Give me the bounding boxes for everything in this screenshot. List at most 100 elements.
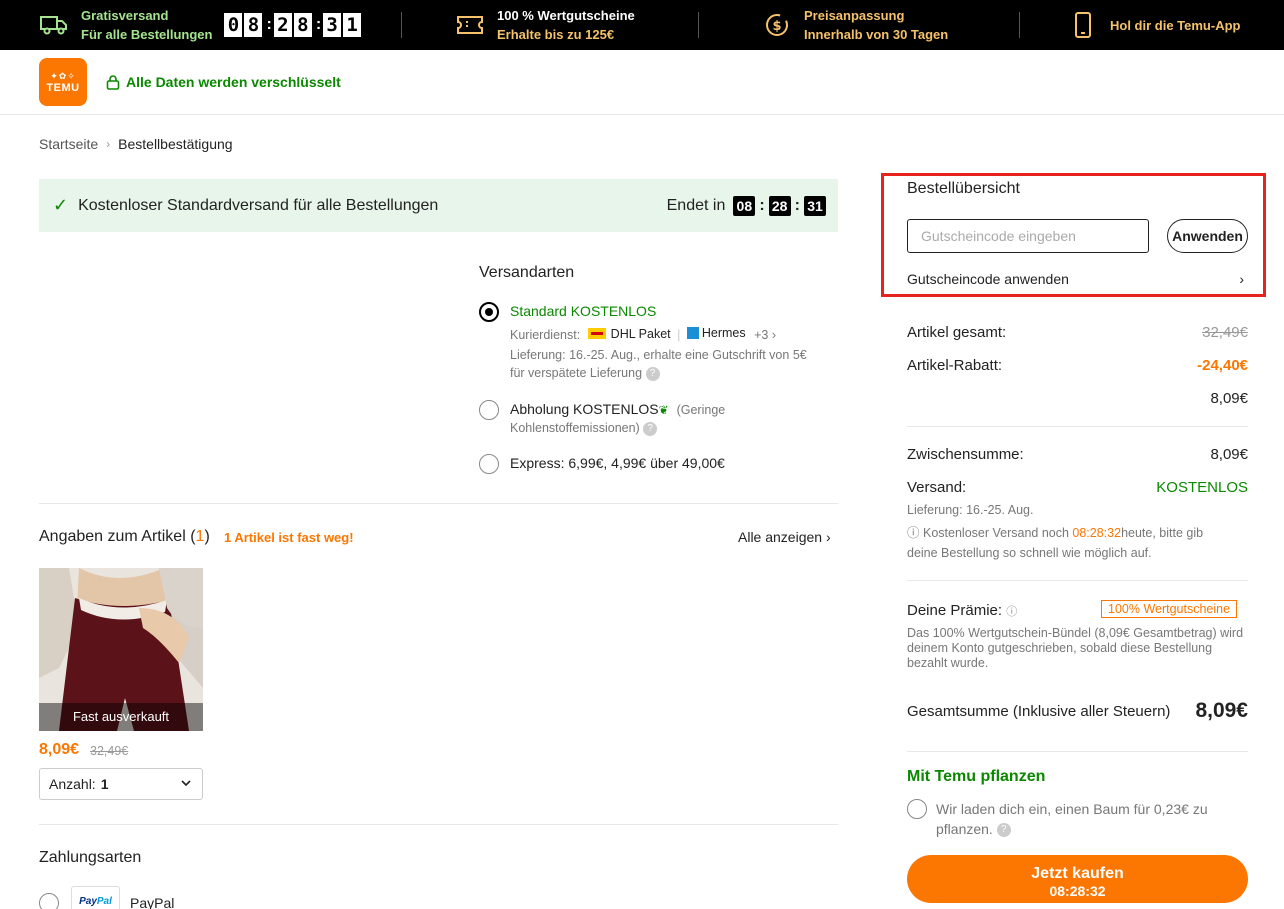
payment-paypal-radio[interactable] [39,893,59,909]
subtotal-row: Zwischensumme: 8,09€ [907,446,1248,463]
logo-mascots-icon: ✦✿✧ [50,70,76,81]
discount-row: Artikel-Rabatt: -24,40€ [907,357,1248,374]
delivery-line-1: Lieferung: 16.-25. Aug., erhalte eine Gu… [510,348,807,362]
apply-coupon-button[interactable]: Anwenden [1167,219,1248,253]
promo-topbar: Gratisversand Für alle Bestellungen 0 8 … [0,0,1284,50]
order-summary-title: Bestellübersicht [907,180,1020,197]
breadcrumb-home[interactable]: Startseite [39,136,98,152]
voucher-sub: Erhalte bis zu 125€ [497,27,615,42]
get-app-promo[interactable]: Hol dir die Temu-App [1068,0,1240,50]
timer-digit: 1 [343,13,362,37]
paypal-logo-icon: Pay Pal [71,886,120,909]
shipping-value: KOSTENLOS [1156,479,1248,496]
free-shipping-title: Gratisversand [81,8,169,23]
shipping-standard-radio[interactable] [479,302,499,322]
shipping-express-radio[interactable] [479,454,499,474]
leaf-icon: ❦ [658,403,669,417]
price-adjust-promo[interactable]: $ Preisanpassung Innerhalb von 30 Tagen [762,0,948,50]
shipping-pickup-radio[interactable] [479,400,499,420]
reward-text: Das 100% Wertgutschein-Bündel (8,09€ Ges… [907,626,1244,670]
grand-total-label: Gesamtsumme (Inklusive aller Steuern) [907,703,1171,720]
courier-info: Kurierdienst: DHL Paket | Hermes +3 › [510,326,777,342]
plant-tree-radio[interactable] [907,799,927,819]
quantity-value: 1 [100,776,109,792]
timer-digit: 8 [244,13,263,37]
free-shipping-banner-text: Kostenloser Standardversand für alle Bes… [78,196,439,214]
buy-now-button[interactable]: Jetzt kaufen 08:28:32 [907,855,1248,903]
dhl-logo-icon [587,328,606,339]
free-shipping-note: ⓘ Kostenloser Versand noch 08:28:32heute… [907,526,1204,560]
temu-logo[interactable]: ✦✿✧ TEMU [39,58,87,106]
pickup-note-1: (Geringe [676,403,726,417]
price-adjust-sub: Innerhalb von 30 Tagen [804,27,949,42]
payment-methods-title: Zahlungsarten [39,849,142,866]
help-icon[interactable]: ? [645,366,660,381]
discount-label: Artikel-Rabatt: [907,357,1003,374]
carrier-hermes: Hermes [701,326,746,340]
almost-gone-notice: 1 Artikel ist fast weg! [224,530,354,545]
shipping-pickup-title[interactable]: Abholung KOSTENLOS❦ (Geringe [510,401,725,417]
voucher-promo[interactable]: 100 % Wertgutscheine Erhalte bis zu 125€ [455,0,635,50]
phone-icon [1068,10,1098,40]
grand-total-value: 8,09€ [1195,699,1248,722]
help-icon[interactable]: ? [643,421,658,436]
chevron-down-icon [181,780,191,787]
secure-text: Alle Daten werden verschlüsselt [126,74,341,90]
article-section-title: Angaben zum Artikel (1) [39,528,210,545]
banner-countdown: Endet in 08 : 28 : 31 [667,179,826,232]
price-adjust-icon: $ [762,10,792,40]
app-label: Hol dir die Temu-App [1110,17,1241,33]
after-discount-value: 8,09€ [1210,390,1248,407]
standard-delivery-info: Lieferung: 16.-25. Aug., erhalte eine Gu… [510,346,840,382]
more-carriers-link[interactable]: +3 › [754,328,776,342]
secure-notice: Alle Daten werden verschlüsselt [106,74,341,90]
coupon-code-input[interactable] [907,219,1149,253]
shipping-label: Versand: [907,479,967,496]
ticket-icon [455,10,485,40]
free-shipping-promo: Gratisversand Für alle Bestellungen 0 8 … [39,0,363,50]
price-adjust-title: Preisanpassung [804,8,905,23]
buy-now-timer: 08:28:32 [1049,882,1106,899]
delivery-estimate: Lieferung: 16.-25. Aug. [907,503,1034,517]
items-total-value: 32,49€ [1202,324,1248,341]
countdown-seconds: 31 [804,195,826,216]
svg-text:$: $ [772,19,781,34]
paypal-label[interactable]: PayPal [130,895,174,909]
free-note-timer: 08:28:32 [1072,526,1122,540]
subtotal-label: Zwischensumme: [907,446,1024,463]
product-price: 8,09€ [39,741,80,758]
voucher-title: 100 % Wertgutscheine [497,8,635,23]
pickup-note: Kohlenstoffemissionen) ? [510,419,658,437]
logo-text: TEMU [46,81,80,94]
lock-icon [106,75,120,90]
shipping-row: Versand: KOSTENLOS [907,479,1248,496]
countdown-timer: 0 8 : 2 8 : 3 1 [224,13,363,37]
truck-icon [39,10,69,40]
timer-digit: 8 [293,13,312,37]
plant-tree-text: Wir laden dich ein, einen Baum für 0,23€… [936,801,1208,838]
view-all-link[interactable]: Alle anzeigen › [738,529,831,545]
apply-coupon-link[interactable]: Gutscheincode anwenden › [907,271,1248,287]
reward-label: Deine Prämie: [907,602,1003,619]
info-icon[interactable]: ⓘ [1006,606,1017,618]
subtotal-value: 8,09€ [1210,446,1248,463]
plant-tree-title: Mit Temu pflanzen [907,768,1046,785]
hermes-logo-icon [686,327,699,339]
carrier-dhl: DHL Paket [610,326,671,341]
timer-digit: 2 [273,13,292,37]
reward-badge: 100% Wertgutscheine [1101,600,1238,618]
countdown-minutes: 28 [768,195,791,216]
product-image[interactable]: Fast ausverkauft [39,568,203,731]
quantity-select[interactable]: Anzahl: 1 [39,768,203,800]
timer-digit: 3 [323,13,342,37]
info-icon: ⓘ [907,526,920,540]
pickup-note-2: Kohlenstoffemissionen) [510,421,640,435]
shipping-standard-title[interactable]: Standard KOSTENLOS [510,303,656,319]
breadcrumb: Startseite › Bestellbestätigung [39,136,233,152]
breadcrumb-separator: › [106,137,111,151]
shipping-methods-title: Versandarten [479,264,575,281]
help-icon[interactable]: ? [996,823,1011,838]
items-total-label: Artikel gesamt: [907,324,1007,341]
shipping-express-title[interactable]: Express: 6,99€, 4,99€ über 49,00€ [510,455,725,471]
apply-coupon-link-label: Gutscheincode anwenden [907,271,1069,287]
